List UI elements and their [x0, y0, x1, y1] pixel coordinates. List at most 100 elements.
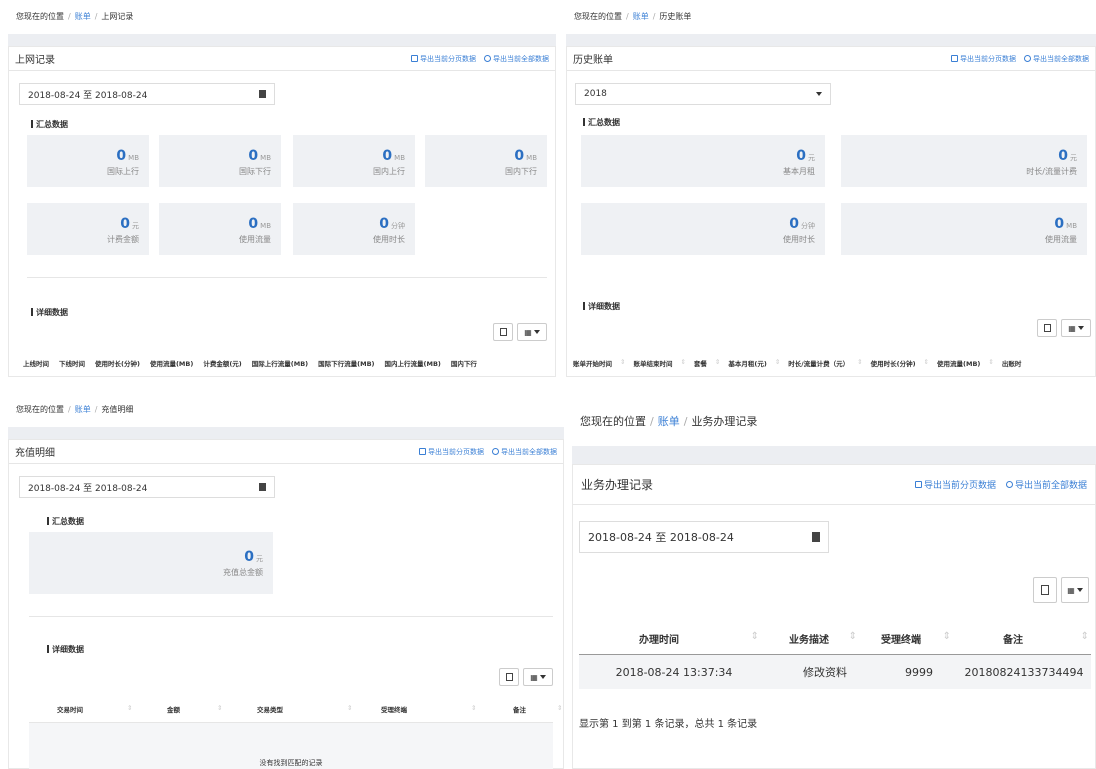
stat-card: 0 元基本月租 [581, 135, 825, 187]
detail-heading: 详细数据 [47, 644, 84, 655]
column-header[interactable]: 基本月租(元) [728, 358, 766, 368]
file-icon [419, 448, 426, 455]
column-header[interactable]: 受理终端 [381, 704, 471, 714]
breadcrumb-bill-link[interactable]: 账单 [75, 405, 91, 414]
export-all-button[interactable]: 导出当前全部数据 [492, 447, 557, 457]
table-header: 账单开始时间 ⇕ 账单结束时间 ⇕ 套餐 ⇕ 基本月租(元) ⇕ 时长/流量计费（元） ⇕… [573, 358, 1022, 368]
column-header[interactable]: 出账时 [1002, 358, 1022, 368]
column-header[interactable]: 上线时间 [23, 358, 49, 368]
divider [27, 277, 547, 278]
columns-dropdown-button[interactable]: ▦ [517, 323, 547, 341]
card-title: 业务办理记录 [581, 478, 654, 492]
export-page-button[interactable]: 导出当前分页数据 [411, 54, 476, 64]
calendar-icon [259, 483, 266, 491]
export-all-button[interactable]: 导出当前全部数据 [1005, 478, 1087, 491]
breadcrumb-bill-link[interactable]: 账单 [658, 415, 680, 428]
column-header[interactable]: 使用流量(MB) [150, 358, 193, 368]
summary-heading: 汇总数据 [583, 117, 620, 128]
columns-dropdown-button[interactable]: ▦ [1061, 319, 1091, 337]
toggle-view-button[interactable] [493, 323, 513, 341]
breadcrumb: 您现在的位置 / 账单 / 充值明细 [8, 393, 564, 427]
card: 上网记录 导出当前分页数据 导出当前全部数据 2018-08-24 至 2018… [8, 46, 556, 377]
list-icon [1043, 324, 1051, 332]
panel-internet-records: 您现在的位置 / 账单 / 上网记录 上网记录 导出当前分页数据 导出当前全部数据 20… [8, 0, 556, 377]
column-header[interactable]: 套餐 [694, 358, 707, 368]
column-header[interactable]: 国内下行 [451, 358, 477, 368]
chevron-down-icon [533, 330, 540, 334]
stat-card: 0 MB 使用流量 [841, 203, 1087, 255]
list-icon [1041, 585, 1049, 595]
column-header[interactable]: 下线时间 [59, 358, 85, 368]
grid-icon: ▦ [524, 327, 532, 337]
card-title: 上网记录 [15, 55, 55, 66]
column-header[interactable]: 备注 [513, 704, 557, 714]
column-header[interactable]: 使用时长(分钟) [95, 358, 140, 368]
column-header[interactable]: 国内上行流量(MB) [385, 358, 441, 368]
column-header[interactable]: 金额 [167, 704, 217, 714]
stat-card: 0 元计费金额 [27, 203, 149, 255]
toggle-view-button[interactable] [1033, 577, 1057, 603]
list-icon [505, 673, 513, 681]
detail-heading: 详细数据 [31, 307, 68, 318]
pagination-info: 显示第 1 到第 1 条记录，总共 1 条记录 [579, 719, 758, 730]
grid-icon: ▦ [1067, 585, 1075, 595]
column-header[interactable]: 使用时长(分钟) [871, 358, 916, 368]
year-select[interactable]: 2018 [575, 83, 831, 105]
table-row[interactable]: 2018-08-24 13:37:34 修改资料 9999 2018082413… [579, 655, 1091, 689]
date-range-input[interactable]: 2018-08-24 至 2018-08-24 [19, 476, 275, 498]
column-header[interactable]: 时长/流量计费（元） [788, 358, 849, 368]
column-header[interactable]: 国际下行流量(MB) [318, 358, 374, 368]
chevron-down-icon [1076, 588, 1083, 592]
empty-message: 没有找到匹配的记录 [259, 759, 323, 767]
toggle-view-button[interactable] [1037, 319, 1057, 337]
stat-card: 0 MB 使用流量 [159, 203, 281, 255]
column-header[interactable]: 账单开始时间 [573, 358, 612, 368]
breadcrumb: 您现在的位置 / 账单 / 上网记录 [8, 0, 556, 34]
file-icon [951, 55, 958, 62]
chevron-down-icon [539, 675, 546, 679]
list-icon [499, 328, 507, 336]
column-header[interactable]: 交易类型 [257, 704, 347, 714]
chevron-down-icon [1077, 326, 1084, 330]
toggle-view-button[interactable] [499, 668, 519, 686]
column-header[interactable]: 备注 [951, 631, 1023, 646]
stat-card: 0 元充值总金额 [29, 532, 273, 594]
export-all-button[interactable]: 导出当前全部数据 [484, 54, 549, 64]
divider [29, 616, 553, 617]
column-header[interactable]: 国际上行流量(MB) [252, 358, 308, 368]
export-page-button[interactable]: 导出当前分页数据 [951, 54, 1016, 64]
column-header[interactable]: 办理时间 [579, 631, 679, 646]
export-page-button[interactable]: 导出当前分页数据 [914, 478, 996, 491]
breadcrumb-bill-link[interactable]: 账单 [75, 12, 91, 21]
summary-heading: 汇总数据 [31, 119, 68, 130]
column-header[interactable]: 业务描述 [759, 631, 829, 646]
export-icon [1005, 481, 1013, 488]
export-icon [492, 448, 499, 455]
date-range-input[interactable]: 2018-08-24 至 2018-08-24 [579, 521, 829, 553]
calendar-icon [259, 90, 266, 98]
columns-dropdown-button[interactable]: ▦ [1061, 577, 1089, 603]
file-icon [411, 55, 418, 62]
export-page-button[interactable]: 导出当前分页数据 [419, 447, 484, 457]
table-header: 交易时间 ⇕ 金额 ⇕ 交易类型 ⇕ 受理终端 ⇕ 备注 ⇕ [57, 704, 563, 714]
stat-card: 0 MB 国内上行 [293, 135, 415, 187]
column-header[interactable]: 计费金额(元) [203, 358, 241, 368]
column-header[interactable]: 受理终端 [857, 631, 921, 646]
export-all-button[interactable]: 导出当前全部数据 [1024, 54, 1089, 64]
stat-card: 0 分钟 使用时长 [293, 203, 415, 255]
column-header[interactable]: 账单结束时间 [633, 358, 672, 368]
column-header[interactable]: 使用流量(MB) [937, 358, 980, 368]
breadcrumb-bill-link[interactable]: 账单 [633, 12, 649, 21]
columns-dropdown-button[interactable]: ▦ [523, 668, 553, 686]
cell-terminal: 9999 [905, 665, 933, 679]
detail-heading: 详细数据 [583, 301, 620, 312]
card: 历史账单 导出当前分页数据 导出当前全部数据 2018 汇总数据 0 元基本月租 … [566, 46, 1096, 377]
cell-time: 2018-08-24 13:37:34 [615, 665, 733, 679]
summary-heading: 汇总数据 [47, 516, 84, 527]
breadcrumb: 您现在的位置 / 账单 / 历史账单 [566, 0, 1096, 34]
column-header[interactable]: 交易时间 [57, 704, 127, 714]
stat-card: 0 分钟 使用时长 [581, 203, 825, 255]
chevron-down-icon [816, 92, 822, 96]
date-range-input[interactable]: 2018-08-24 至 2018-08-24 [19, 83, 275, 105]
stat-card: 0 元时长/流量计费 [841, 135, 1087, 187]
